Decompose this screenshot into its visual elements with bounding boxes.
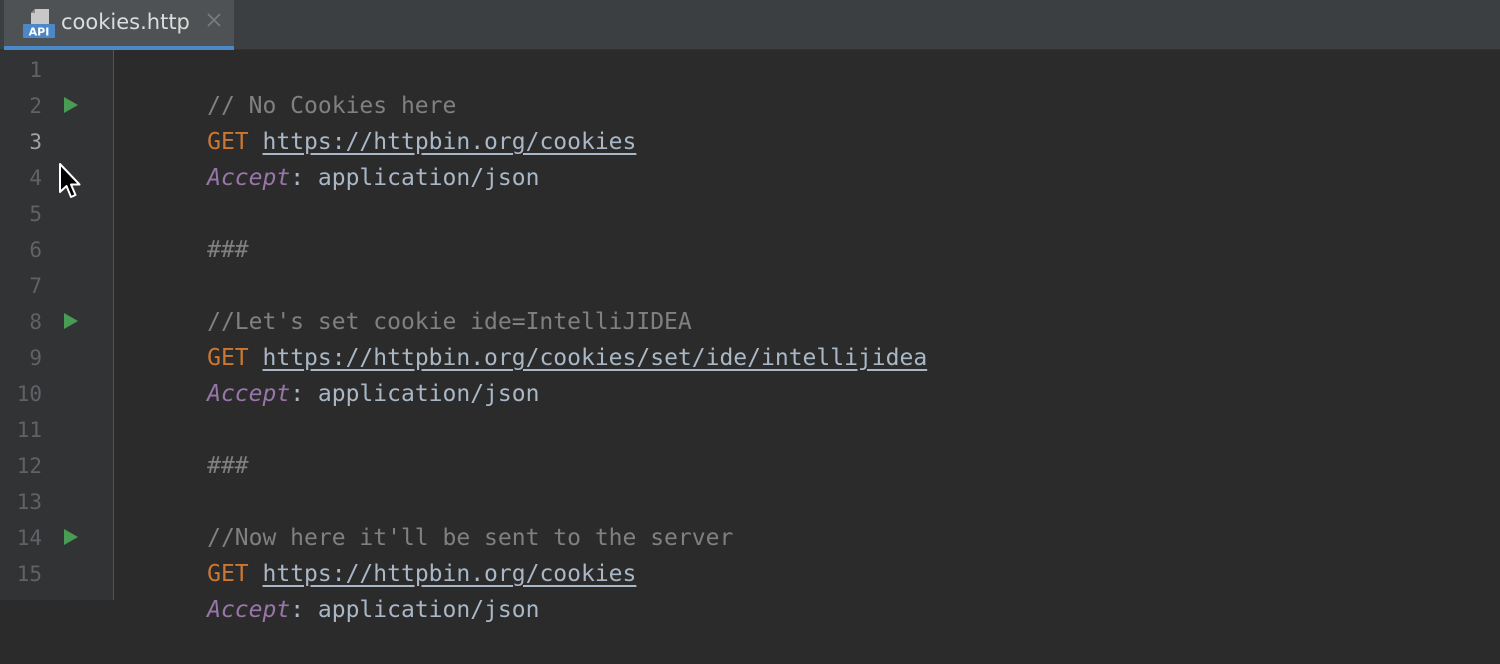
line-number: 9 — [29, 346, 42, 370]
line-number: 7 — [29, 274, 42, 298]
line-number: 2 — [29, 94, 42, 118]
line-number: 4 — [29, 166, 42, 190]
code-line-15: Accept: application/json — [124, 556, 539, 623]
line-number: 15 — [16, 562, 42, 586]
request-separator: ### — [207, 453, 249, 479]
code-line-8: GET https://httpbin.org/cookies/set/ide/… — [124, 304, 927, 371]
line-number: 12 — [16, 454, 42, 478]
code-line-3: Accept: application/json — [124, 124, 539, 191]
code-editor[interactable]: 1 2 3 4 5 6 7 8 9 10 11 12 13 14 15 // N… — [0, 50, 1500, 623]
tab-label: cookies.http — [61, 10, 190, 34]
run-request-icon-line-14[interactable] — [63, 527, 79, 547]
code-line-7: //Let's set cookie ide=IntelliJIDEA — [124, 268, 692, 335]
close-icon[interactable] — [204, 10, 224, 30]
run-request-icon-line-8[interactable] — [63, 311, 79, 331]
code-line-13: //Now here it'll be sent to the server — [124, 484, 733, 551]
header-value: application/json — [304, 381, 540, 407]
header-name: Accept — [207, 381, 291, 407]
line-number: 14 — [16, 526, 42, 550]
header-value: application/json — [304, 597, 540, 623]
line-number: 11 — [16, 418, 42, 442]
line-number: 8 — [29, 310, 42, 334]
code-line-14: GET https://httpbin.org/cookies — [124, 520, 636, 587]
line-number-current: 3 — [29, 130, 42, 154]
line-number: 6 — [29, 238, 42, 262]
line-number: 10 — [16, 382, 42, 406]
code-line-5: ### — [124, 196, 249, 263]
code-line-2: GET https://httpbin.org/cookies — [124, 88, 636, 155]
tab-cookies-http[interactable]: API cookies.http — [4, 0, 234, 50]
api-icon-text: API — [29, 26, 50, 39]
header-name: Accept — [207, 597, 291, 623]
code-line-9: Accept: application/json — [124, 340, 539, 407]
line-number-gutter[interactable]: 1 2 3 4 5 6 7 8 9 10 11 12 13 14 15 — [0, 50, 114, 600]
code-line-11: ### — [124, 412, 249, 479]
code-line-1: // No Cookies here — [124, 52, 456, 119]
code-area[interactable]: // No Cookies here GET https://httpbin.o… — [124, 50, 1500, 623]
header-colon: : — [290, 381, 305, 407]
header-name: Accept — [207, 165, 291, 191]
editor-tab-bar: API cookies.http — [0, 0, 1500, 50]
line-number: 5 — [29, 202, 42, 226]
header-colon: : — [290, 597, 305, 623]
run-request-icon-line-2[interactable] — [63, 95, 79, 115]
line-number: 13 — [16, 490, 42, 514]
header-value: application/json — [304, 165, 540, 191]
request-separator: ### — [207, 237, 249, 263]
header-colon: : — [290, 165, 305, 191]
api-file-icon: API — [23, 9, 55, 39]
line-number: 1 — [29, 58, 42, 82]
